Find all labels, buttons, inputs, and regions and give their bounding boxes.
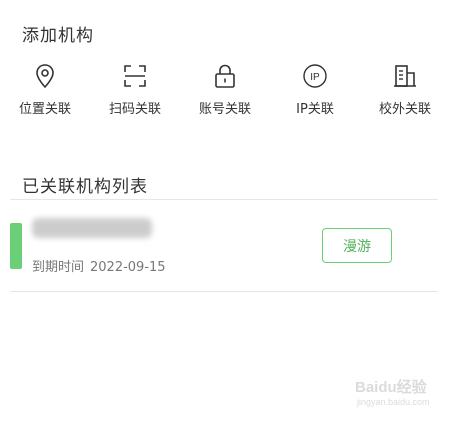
watermark-logo: Baidu经验 jingyan.baidu.com [355,368,455,408]
status-accent-bar [10,223,22,269]
watermark-sub: jingyan.baidu.com [357,397,430,407]
institution-name-blurred [32,218,152,238]
building-icon [394,65,416,87]
ip-association-label: IP关联 [296,102,334,117]
lock-icon [215,64,235,88]
institution-row[interactable]: 到期时间 2022-09-15 漫游 [10,212,438,282]
scan-icon [124,65,146,87]
location-association-button[interactable]: 位置关联 [0,62,90,117]
account-association-button[interactable]: 账号关联 [180,62,270,117]
expiry-label: 到期时间 [32,260,85,275]
ip-icon: IP [303,64,327,88]
offcampus-association-button[interactable]: 校外关联 [360,62,450,117]
associated-list-title: 已关联机构列表 [22,177,148,197]
divider [10,291,438,292]
scan-association-label: 扫码关联 [108,102,161,117]
ip-association-button[interactable]: IP IP关联 [270,62,360,117]
scan-association-button[interactable]: 扫码关联 [90,62,180,117]
watermark-text: Baidu经验 [355,379,427,396]
divider [10,199,438,200]
svg-text:IP: IP [310,72,320,83]
expiry-date: 2022-09-15 [90,260,166,275]
account-association-label: 账号关联 [198,102,251,117]
location-association-label: 位置关联 [18,102,71,117]
association-methods: 位置关联 扫码关联 账号关联 IP IP关联 校外关联 [0,62,450,122]
add-institution-title: 添加机构 [22,26,94,46]
location-pin-icon [36,64,54,89]
roam-button[interactable]: 漫游 [322,228,392,263]
expiry-info: 到期时间 2022-09-15 [32,256,166,275]
offcampus-association-label: 校外关联 [378,102,431,117]
